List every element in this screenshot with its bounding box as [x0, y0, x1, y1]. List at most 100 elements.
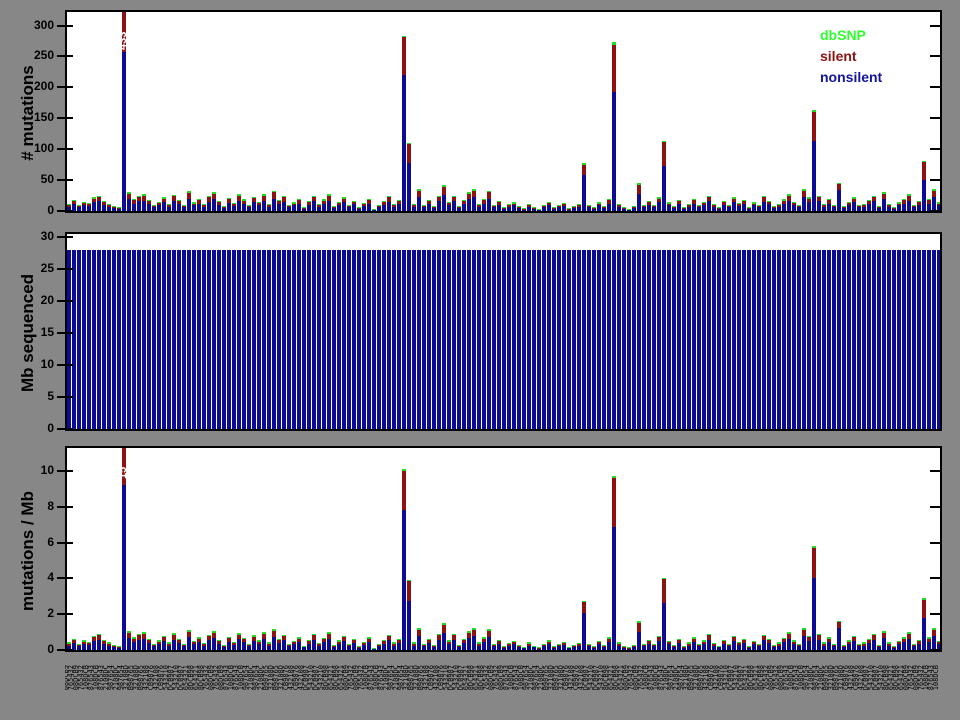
- nonsilent-segment: [127, 199, 131, 211]
- y-tick-mark: [57, 364, 73, 367]
- dbsnp-segment: [912, 205, 916, 207]
- nonsilent-segment: [437, 201, 441, 211]
- nonsilent-segment: [832, 249, 836, 429]
- dbsnp-segment: [287, 205, 291, 207]
- bar: [877, 249, 881, 429]
- bar: [302, 645, 306, 650]
- bar: [647, 201, 651, 211]
- dbsnp-segment: [402, 36, 406, 38]
- bar: [707, 249, 711, 429]
- bar: [577, 643, 581, 650]
- dbsnp-segment: [652, 644, 656, 645]
- bar: [657, 197, 661, 211]
- nonsilent-segment: [182, 249, 186, 429]
- bar: [327, 632, 331, 650]
- bar: [442, 249, 446, 429]
- dbsnp-segment: [147, 199, 151, 202]
- nonsilent-segment: [417, 197, 421, 211]
- silent-segment: [477, 204, 481, 207]
- dbsnp-segment: [792, 640, 796, 642]
- silent-segment: [767, 201, 771, 205]
- silent-segment: [502, 646, 506, 648]
- nonsilent-segment: [887, 206, 891, 211]
- nonsilent-segment: [372, 209, 376, 211]
- bar: [487, 249, 491, 429]
- nonsilent-segment: [792, 249, 796, 429]
- bar: [667, 202, 671, 211]
- dbsnp-segment: [877, 206, 881, 207]
- nonsilent-segment: [787, 200, 791, 211]
- silent-segment: [257, 641, 261, 645]
- bar: [222, 249, 226, 429]
- silent-segment: [92, 637, 96, 642]
- nonsilent-segment: [172, 639, 176, 650]
- silent-segment: [912, 206, 916, 208]
- bar: [307, 249, 311, 429]
- silent-segment: [527, 643, 531, 646]
- silent-segment: [772, 206, 776, 208]
- bar: [357, 249, 361, 429]
- dbsnp-segment: [497, 639, 501, 642]
- bar: [852, 197, 856, 211]
- bar: [742, 199, 746, 211]
- silent-segment: [437, 196, 441, 202]
- dbsnp-segment: [857, 643, 861, 645]
- nonsilent-segment: [467, 199, 471, 211]
- dbsnp-segment: [372, 209, 376, 210]
- dbsnp-segment: [637, 183, 641, 186]
- bar: [117, 646, 121, 650]
- nonsilent-segment: [782, 249, 786, 429]
- nonsilent-segment: [762, 201, 766, 211]
- dbsnp-segment: [212, 630, 216, 633]
- bar: [792, 249, 796, 429]
- bar: [797, 249, 801, 429]
- nonsilent-segment: [837, 628, 841, 650]
- nonsilent-segment: [202, 206, 206, 211]
- dbsnp-segment: [607, 198, 611, 200]
- bar: [712, 643, 716, 650]
- silent-segment: [152, 206, 156, 208]
- bar: [282, 196, 286, 211]
- nonsilent-segment: [112, 646, 116, 650]
- nonsilent-segment: [627, 209, 631, 211]
- silent-segment: [567, 208, 571, 210]
- bar: [892, 646, 896, 650]
- bar: [832, 643, 836, 650]
- silent-segment: [187, 631, 191, 638]
- bar: [812, 249, 816, 429]
- nonsilent-segment: [902, 642, 906, 650]
- y-tick-label: 10: [40, 463, 54, 478]
- dbsnp-segment: [302, 206, 306, 208]
- dbsnp-segment: [937, 641, 940, 643]
- nonsilent-segment: [342, 641, 346, 650]
- y-tick-mark-right: [930, 179, 940, 182]
- silent-segment: [222, 206, 226, 208]
- nonsilent-segment: [437, 249, 441, 429]
- nonsilent-segment: [622, 647, 626, 650]
- bar: [87, 641, 91, 650]
- y-tick-label: 300: [33, 17, 54, 32]
- nonsilent-segment: [657, 641, 661, 650]
- silent-segment: [677, 639, 681, 643]
- dbsnp-segment: [592, 646, 596, 647]
- nonsilent-segment: [407, 163, 411, 211]
- bar: [387, 249, 391, 429]
- silent-segment: [582, 164, 586, 176]
- dbsnp-segment: [327, 193, 331, 196]
- nonsilent-segment: [482, 203, 486, 211]
- dbsnp-segment: [527, 203, 531, 205]
- bar: [847, 640, 851, 650]
- nonsilent-segment: [162, 202, 166, 211]
- bar: [717, 206, 721, 211]
- nonsilent-segment: [117, 647, 121, 650]
- dbsnp-segment: [852, 197, 856, 199]
- bar: [567, 207, 571, 211]
- nonsilent-segment: [237, 639, 241, 650]
- dbsnp-segment: [132, 198, 136, 200]
- dbsnp-segment: [707, 634, 711, 636]
- silent-segment: [282, 635, 286, 641]
- bar: [722, 249, 726, 429]
- nonsilent-segment: [632, 646, 636, 650]
- bar: [922, 160, 926, 211]
- silent-segment: [702, 641, 706, 645]
